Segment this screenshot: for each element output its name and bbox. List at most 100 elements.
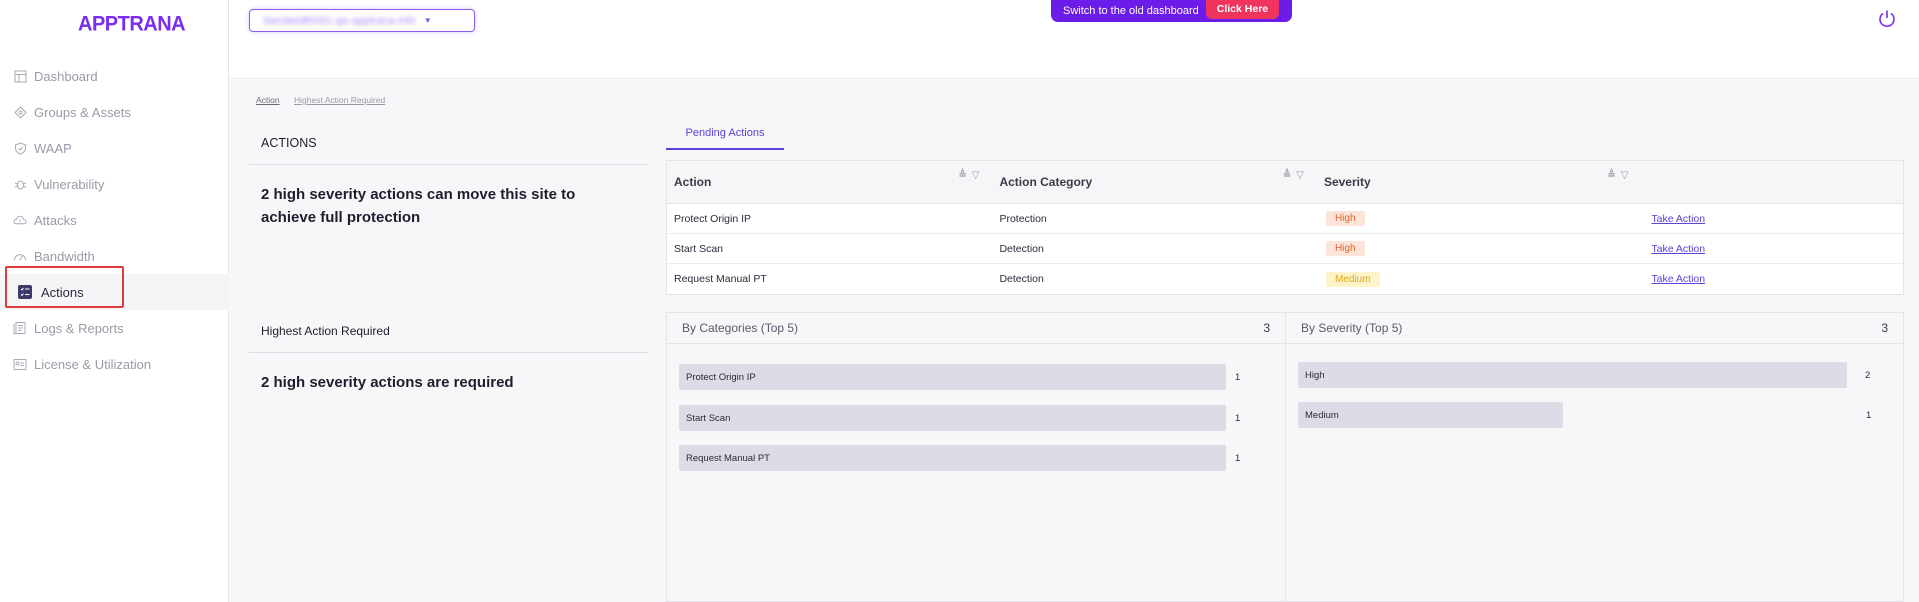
site-selector-value: bandwidth001.qa-apptrana.info	[264, 14, 416, 27]
take-action-link[interactable]: Take Action	[1651, 273, 1705, 285]
tab-pending-actions[interactable]: Pending Actions	[666, 123, 784, 150]
sidebar-item-dashboard[interactable]: Dashboard	[0, 58, 229, 94]
cell-severity: High	[1317, 204, 1641, 233]
license-icon	[13, 357, 27, 371]
filter-icon[interactable]: ▽	[1296, 170, 1304, 181]
cell-category: Detection	[999, 273, 1044, 285]
shield-icon	[13, 141, 27, 155]
bar-row[interactable]: High 2	[1298, 362, 1898, 388]
checklist-icon	[18, 285, 32, 299]
sort-icon[interactable]: ≜	[1607, 170, 1615, 181]
severity-badge: High	[1325, 241, 1365, 256]
tab-bar: Pending Actions	[666, 123, 1919, 150]
sort-icon[interactable]: ≜	[958, 170, 966, 181]
chevron-down-icon: ▼	[423, 16, 432, 25]
actions-title: ACTIONS	[261, 136, 317, 150]
sidebar-item-label: Attacks	[34, 212, 77, 228]
sidebar-item-logs-reports[interactable]: Logs & Reports	[0, 310, 229, 346]
top-bar: bandwidth001.qa-apptrana.info ▼ Switch t…	[229, 0, 1919, 79]
site-selector[interactable]: bandwidth001.qa-apptrana.info ▼	[249, 9, 475, 32]
sidebar-item-label: Dashboard	[34, 68, 98, 84]
column-header-label: Severity	[1323, 175, 1371, 189]
column-header-severity[interactable]: Severity ≜ ▽	[1317, 161, 1641, 203]
column-header-label: Action Category	[999, 175, 1093, 189]
bar-value: 1	[1235, 412, 1241, 424]
filter-icon[interactable]: ▽	[1621, 170, 1629, 181]
sidebar-nav: Dashboard Groups & Assets WAAP Vulnerabi…	[0, 58, 229, 382]
sidebar-item-bandwidth[interactable]: Bandwidth	[0, 238, 229, 274]
breadcrumb: Action Highest Action Required	[256, 95, 397, 105]
by-severity-chart: By Severity (Top 5) 3 High 2 Medium 1	[1285, 313, 1903, 601]
take-action-link[interactable]: Take Action	[1651, 243, 1705, 255]
divider	[249, 164, 649, 165]
table-row: Request Manual PT Detection Medium Take …	[667, 264, 1903, 294]
dashboard-icon	[13, 69, 27, 83]
banner-text: Switch to the old dashboard	[1063, 5, 1199, 17]
bar-row[interactable]: Protect Origin IP 1	[679, 364, 1279, 390]
cell-link: Take Action	[1641, 234, 1903, 263]
charts-panel: By Categories (Top 5) 3 Protect Origin I…	[666, 312, 1904, 602]
take-action-link[interactable]: Take Action	[1651, 213, 1705, 225]
sidebar-item-waap[interactable]: WAAP	[0, 130, 229, 166]
bar: Request Manual PT	[679, 445, 1226, 471]
cell-severity: High	[1317, 234, 1641, 263]
sidebar-item-actions[interactable]: Actions	[0, 274, 229, 310]
bar: Medium	[1298, 402, 1563, 428]
chart-count: 3	[1881, 321, 1888, 335]
column-header-action[interactable]: Action ≜ ▽	[667, 161, 992, 203]
pending-actions-table: Action ≜ ▽ Action Category ≜ ▽ Severity ≜ ▽…	[666, 160, 1904, 295]
filter-icon[interactable]: ▽	[972, 170, 980, 181]
logs-icon	[13, 321, 27, 335]
click-here-button[interactable]: Click Here	[1205, 0, 1280, 19]
breadcrumb-action[interactable]: Action	[256, 95, 280, 105]
bar-value: 2	[1865, 369, 1871, 381]
sort-icon[interactable]: ≜	[1283, 170, 1291, 181]
cloud-icon	[13, 213, 27, 227]
groups-icon	[13, 105, 27, 119]
chart-count: 3	[1263, 321, 1270, 335]
bar-row[interactable]: Medium 1	[1298, 402, 1898, 428]
cell-link: Take Action	[1641, 264, 1903, 294]
sidebar-item-label: Actions	[41, 284, 84, 300]
sidebar-item-license-utilization[interactable]: License & Utilization	[0, 346, 229, 382]
bar-value: 1	[1235, 371, 1241, 383]
table-row: Protect Origin IP Protection High Take A…	[667, 204, 1903, 234]
sidebar-item-groups-assets[interactable]: Groups & Assets	[0, 94, 229, 130]
main-content: Action Highest Action Required ACTIONS 2…	[229, 80, 1919, 602]
chart-header: By Categories (Top 5) 3	[667, 313, 1285, 344]
cell-category: Protection	[999, 212, 1047, 225]
column-header-category[interactable]: Action Category ≜ ▽	[992, 161, 1316, 203]
chart-title: By Categories (Top 5)	[682, 321, 799, 335]
column-header-empty	[1641, 161, 1903, 203]
sidebar-item-label: Groups & Assets	[34, 104, 131, 120]
column-header-label: Action	[674, 175, 712, 189]
gauge-icon	[13, 249, 27, 263]
bar: Protect Origin IP	[679, 364, 1226, 390]
cell-action: Protect Origin IP	[674, 212, 752, 225]
table-row: Start Scan Detection High Take Action	[667, 234, 1903, 264]
sidebar-item-label: Logs & Reports	[34, 320, 124, 336]
divider	[249, 352, 649, 353]
chart-header: By Severity (Top 5) 3	[1286, 313, 1903, 344]
apptrana-logo[interactable]: APPTRANA	[78, 12, 186, 36]
severity-badge: Medium	[1325, 271, 1380, 287]
sidebar: APPTRANA Dashboard Groups & Assets WAAP …	[0, 0, 229, 602]
highest-action-title: Highest Action Required	[261, 324, 390, 338]
cell-severity: Medium	[1317, 264, 1641, 294]
sidebar-item-attacks[interactable]: Attacks	[0, 202, 229, 238]
bar-row[interactable]: Request Manual PT 1	[679, 445, 1279, 471]
bar-value: 1	[1235, 452, 1241, 464]
sidebar-item-label: Vulnerability	[34, 176, 105, 192]
power-icon[interactable]	[1877, 9, 1897, 29]
sidebar-item-label: WAAP	[34, 140, 72, 156]
breadcrumb-highest-action[interactable]: Highest Action Required	[294, 95, 385, 105]
cell-action: Start Scan	[674, 242, 724, 255]
cell-link: Take Action	[1641, 204, 1903, 233]
chart-title: By Severity (Top 5)	[1301, 321, 1403, 335]
table-header: Action ≜ ▽ Action Category ≜ ▽ Severity ≜ ▽	[667, 161, 1903, 204]
by-categories-chart: By Categories (Top 5) 3 Protect Origin I…	[667, 313, 1285, 601]
bar: Start Scan	[679, 405, 1226, 431]
bar-row[interactable]: Start Scan 1	[679, 405, 1279, 431]
highest-action-summary: 2 high severity actions are required	[261, 374, 514, 391]
sidebar-item-vulnerability[interactable]: Vulnerability	[0, 166, 229, 202]
